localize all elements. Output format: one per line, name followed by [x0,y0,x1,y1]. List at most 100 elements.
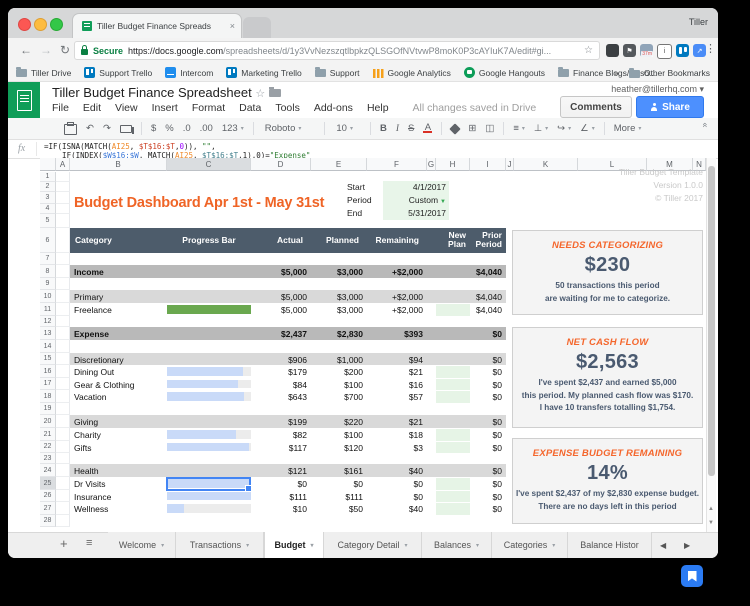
tab-caret-icon[interactable]: ▾ [552,542,555,549]
remaining-cell[interactable]: $0 [367,492,423,502]
actual-cell[interactable]: $199 [247,417,307,427]
remaining-cell[interactable]: $40 [367,466,423,476]
actual-cell[interactable]: $5,000 [247,267,307,277]
forward-icon[interactable]: → [40,43,52,57]
category-cell[interactable]: Gifts [74,443,91,453]
zoom-window-button[interactable] [50,18,63,31]
new-tab-button[interactable] [243,17,271,38]
actual-cell[interactable]: $906 [247,355,307,365]
remaining-cell[interactable]: $3 [367,443,423,453]
font-family-select[interactable]: Roboto ▾ [263,123,316,134]
end-date-cell[interactable]: 5/31/2017 [383,207,449,220]
row-header-14[interactable]: 14 [40,340,56,353]
start-date-cell[interactable]: 4/1/2017 [383,181,449,194]
url-bar[interactable]: Secure https://docs.google.com/spreadshe… [74,41,600,60]
bookmark-intercom[interactable]: Intercom [165,67,213,78]
progress-bar-cell[interactable] [167,304,251,314]
planned-cell[interactable]: $200 [307,367,363,377]
tab-caret-icon[interactable]: ▾ [476,542,479,549]
grid-cell-a9[interactable] [56,278,70,290]
grid-cell-a5[interactable] [56,214,70,228]
new-plan-cell[interactable] [436,365,470,378]
progress-bar-cell[interactable] [167,503,251,513]
sheet-tab-welcome[interactable]: Welcome ▾ [108,532,176,558]
sheet-tab-category-detail[interactable]: Category Detail ▾ [324,532,422,558]
dropdown-caret-icon[interactable]: ▼ [440,199,446,205]
vertical-scrollbar-thumb[interactable] [708,166,715,476]
prior-cell[interactable]: $4,040 [442,292,502,302]
grid-cell-a2[interactable] [56,182,70,192]
tab-caret-icon[interactable]: ▾ [310,542,313,549]
planned-cell[interactable]: $700 [307,392,363,402]
scroll-down-icon[interactable]: ▼ [706,516,716,529]
increase-decimal-button[interactable]: .00 [200,123,213,134]
paint-format-icon[interactable] [119,124,134,134]
planned-cell[interactable]: $2,830 [307,329,363,339]
text-wrap-icon[interactable]: ↪ ▾ [557,123,571,134]
menu-add-ons[interactable]: Add-ons [314,102,353,114]
column-header-H[interactable]: H [436,158,470,171]
info-extension-icon[interactable]: i [657,44,672,59]
decrease-decimal-button[interactable]: .0 [183,123,191,134]
row-header-23[interactable]: 23 [40,453,56,464]
actual-cell[interactable]: $121 [247,466,307,476]
merge-cells-icon[interactable]: ◫ [485,123,494,134]
menu-help[interactable]: Help [367,102,389,114]
progress-bar-cell[interactable] [167,379,251,388]
remaining-cell[interactable]: $57 [367,392,423,402]
remaining-cell[interactable]: $0 [367,479,423,489]
add-sheet-button[interactable]: + [60,536,68,551]
tab-close-icon[interactable]: × [230,21,235,31]
collapse-toolbar-icon[interactable]: « [700,122,710,127]
selected-cell[interactable] [166,476,252,492]
back-icon[interactable]: ← [20,43,32,57]
category-cell[interactable]: Expense [74,329,109,339]
column-header-G[interactable]: G [427,158,436,171]
row-header-4[interactable]: 4 [40,204,56,214]
print-icon[interactable] [64,122,77,135]
row-header-12[interactable]: 12 [40,316,56,327]
tabs-scroll-left-icon[interactable]: ◀ [660,532,666,558]
grid-cell-a23[interactable] [56,453,70,464]
remaining-cell[interactable]: $21 [367,367,423,377]
row-header-2[interactable]: 2 [40,182,56,192]
grid-cell-a19[interactable] [56,403,70,415]
column-header-I[interactable]: I [470,158,506,171]
formula-text[interactable]: =IF(ISNA(MATCH(AI25, $T$16:$T,0)), "", I… [44,142,704,158]
browser-tab-active[interactable]: Tiller Budget Finance Spreads × [72,13,242,39]
actual-cell[interactable]: $5,000 [247,305,307,315]
actual-cell[interactable]: $84 [247,380,307,390]
grid-cell-a3[interactable] [56,192,70,204]
currency-format-button[interactable]: $ [151,123,156,134]
tab-caret-icon[interactable]: ▾ [246,542,249,549]
borders-icon[interactable]: ⊞ [468,123,476,134]
dark-extension-icon[interactable] [606,44,619,57]
formula-bar[interactable]: fx =IF(ISNA(MATCH(AI25, $T$16:$T,0)), ""… [8,140,718,159]
remaining-cell[interactable]: $94 [367,355,423,365]
category-cell[interactable]: Discretionary [74,355,124,365]
planned-cell[interactable]: $0 [307,479,363,489]
actual-cell[interactable]: $2,437 [247,329,307,339]
row-header-1[interactable]: 1 [40,172,56,182]
tab-caret-icon[interactable]: ▾ [161,542,164,549]
text-rotate-icon[interactable]: ∠ ▾ [580,123,595,134]
horizontal-align-icon[interactable]: ≡ ▾ [513,123,525,134]
sheet-tab-balances[interactable]: Balances ▾ [422,532,492,558]
trello-extension-icon[interactable] [676,44,689,57]
column-header-C[interactable]: C [167,158,251,171]
menu-format[interactable]: Format [192,102,225,114]
move-to-folder-icon[interactable] [268,87,281,97]
category-cell[interactable]: Gear & Clothing [74,380,134,390]
remaining-cell[interactable]: +$2,000 [367,267,423,277]
row-header-3[interactable]: 3 [40,192,56,204]
new-plan-cell[interactable] [436,490,470,502]
more-button[interactable]: More ▾ [614,123,642,134]
close-window-button[interactable] [18,18,31,31]
planned-cell[interactable]: $120 [307,443,363,453]
column-header-D[interactable]: D [251,158,311,171]
grid-cell-a14[interactable] [56,340,70,353]
redo-icon[interactable]: ↷ [103,123,111,134]
tab-caret-icon[interactable]: ▾ [405,542,408,549]
new-plan-cell[interactable] [436,378,470,390]
percent-format-button[interactable]: % [165,123,173,134]
